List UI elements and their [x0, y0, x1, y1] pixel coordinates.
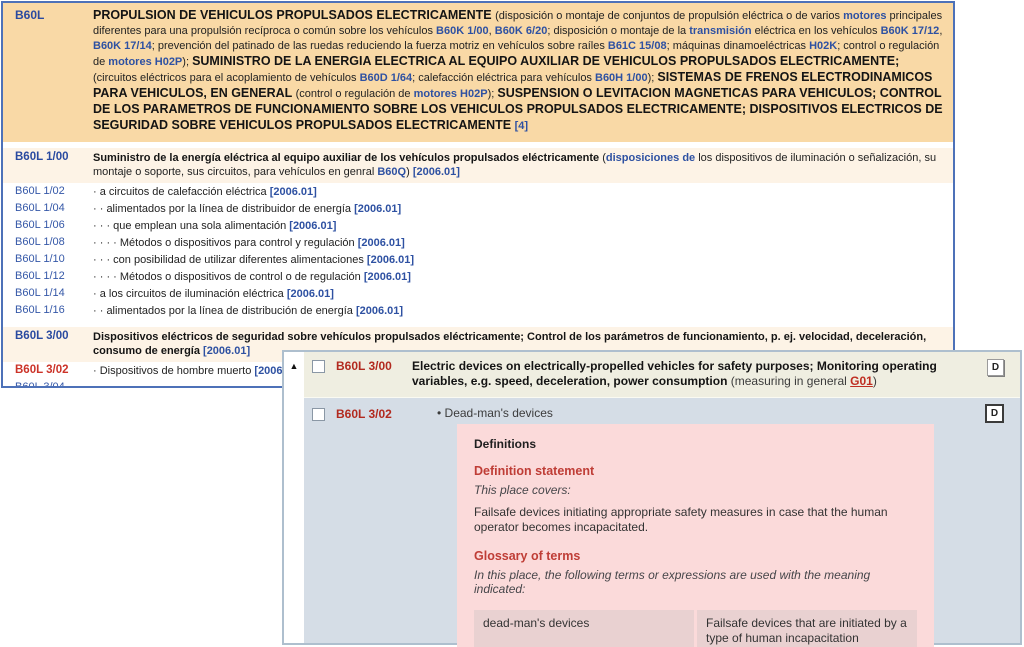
symbol-code-link[interactable]: B60L 3/00 [336, 359, 412, 373]
definitions-box: Definitions Definition statement This pl… [457, 424, 934, 647]
scheme-row-b60l-1-04: B60L 1/04 · · alimentados por la línea d… [3, 200, 953, 217]
definition-row-b60l-3-02: B60L 3/02 • Dead-man's devices D [304, 398, 1020, 427]
class-code-link[interactable]: B60L [3, 8, 93, 134]
symbol-code-link[interactable]: B60L 1/14 [3, 287, 93, 301]
ref-link[interactable]: [4] [515, 120, 528, 132]
ref-link[interactable]: [2006.01] [413, 166, 460, 178]
ref-link[interactable]: [2006.01] [367, 254, 414, 266]
ref-link[interactable]: [2006.01] [270, 186, 317, 198]
symbol-text: · · · con posibilidad de utilizar difere… [93, 253, 953, 267]
symbol-code-link[interactable]: B60L 3/02 [336, 407, 412, 421]
ref-link[interactable]: B61C 15/08 [608, 40, 667, 52]
ref-link[interactable]: B60K 17/14 [93, 40, 152, 52]
scheme-row-b60l-1-10: B60L 1/10 · · · con posibilidad de utili… [3, 251, 953, 268]
symbol-title-text: Electric devices on electrically-propell… [412, 359, 964, 389]
symbol-code-link[interactable]: B60L 1/02 [3, 185, 93, 199]
collapse-triangle-icon[interactable]: ▲ [290, 362, 299, 371]
glossary-term-cell: dead-man's devices [474, 610, 694, 647]
definition-statement-intro: This place covers: [474, 483, 917, 497]
symbol-code-link[interactable]: B60L 3/04 [3, 381, 93, 385]
ref-link[interactable]: [2006.01] [356, 305, 403, 317]
symbol-title-text: • Dead-man's devices [412, 406, 964, 421]
ref-link[interactable]: [2006.01] [289, 220, 336, 232]
class-title-text: PROPULSION DE VEHICULOS PROPULSADOS ELEC… [93, 8, 953, 134]
symbol-code-link[interactable]: B60L 1/06 [3, 219, 93, 233]
symbol-text: · a circuitos de calefacción eléctrica [… [93, 185, 953, 199]
symbol-code-link[interactable]: B60L 1/10 [3, 253, 93, 267]
symbol-text: · · alimentados por la línea de distribu… [93, 202, 953, 216]
ref-link[interactable]: disposiciones de [606, 152, 695, 164]
scheme-row-b60l-1-16: B60L 1/16 · · alimentados por la línea d… [3, 302, 953, 319]
symbol-text: · · · · Métodos o dispositivos de contro… [93, 270, 953, 284]
symbol-text: · · · · Métodos o dispositivos para cont… [93, 236, 953, 250]
ref-link[interactable]: [2006.01] [358, 237, 405, 249]
ref-link[interactable]: B60Q [377, 166, 406, 178]
ref-link[interactable]: [2006.01] [364, 271, 411, 283]
ref-link[interactable]: B60K 1/00 [436, 25, 489, 37]
symbol-code-link[interactable]: B60L 3/00 [3, 330, 93, 358]
ref-link[interactable]: [2006.01] [203, 345, 250, 357]
definition-row-b60l-3-00: B60L 3/00 Electric devices on electrical… [304, 352, 1020, 398]
scheme-row-b60l-1-08: B60L 1/08 · · · · Métodos o dispositivos… [3, 234, 953, 251]
glossary-heading: Glossary of terms [474, 549, 917, 563]
page: B60L PROPULSION DE VEHICULOS PROPULSADOS… [0, 0, 1024, 647]
ref-link[interactable]: G01 [850, 374, 873, 388]
ref-link[interactable]: transmisión [689, 25, 751, 37]
classification-scheme-panel: B60L PROPULSION DE VEHICULOS PROPULSADOS… [1, 1, 955, 388]
ref-link[interactable]: B60D 1/64 [360, 72, 413, 84]
glossary-table: dead-man's devices Failsafe devices that… [474, 610, 917, 647]
scheme-row-b60l-1-14: B60L 1/14 · a los circuitos de iluminaci… [3, 285, 953, 302]
glossary-intro: In this place, the following terms or ex… [474, 568, 917, 596]
ref-link[interactable]: H02K [809, 40, 837, 52]
symbol-text: · a los circuitos de iluminación eléctri… [93, 287, 953, 301]
scheme-row-b60l-1-12: B60L 1/12 · · · · Métodos o dispositivos… [3, 268, 953, 285]
symbol-text: Suministro de la energía eléctrica al eq… [93, 151, 953, 179]
ref-link[interactable]: motores H02P [108, 56, 182, 68]
definition-statement-body: Failsafe devices initiating appropriate … [474, 505, 914, 535]
symbol-code-link[interactable]: B60L 1/04 [3, 202, 93, 216]
spacer [3, 319, 953, 327]
symbol-code-link[interactable]: B60L 1/16 [3, 304, 93, 318]
glossary-definition-cell: Failsafe devices that are initiated by a… [697, 610, 917, 647]
symbol-code-link[interactable]: B60L 1/12 [3, 270, 93, 284]
class-header-row: B60L PROPULSION DE VEHICULOS PROPULSADOS… [3, 3, 953, 142]
select-symbol-checkbox[interactable] [312, 408, 325, 421]
symbol-code-link[interactable]: B60L 3/02 [3, 364, 93, 378]
ref-link[interactable]: [2006.01] [354, 203, 401, 215]
symbol-code-link[interactable]: B60L 1/00 [3, 151, 93, 179]
ref-link[interactable]: B60K 6/20 [495, 25, 548, 37]
definition-button[interactable]: D [987, 359, 1004, 376]
definition-statement-heading: Definition statement [474, 464, 917, 478]
scheme-row-b60l-1-00: B60L 1/00 Suministro de la energía eléct… [3, 148, 953, 183]
symbol-text: · · alimentados por la línea de distribu… [93, 304, 953, 318]
symbol-text: · · · que emplean una sola alimentación … [93, 219, 953, 233]
definitions-title: Definitions [474, 437, 917, 451]
definitions-panel: ▲ B60L 3/00 Electric devices on electric… [282, 350, 1022, 645]
definition-button-active[interactable]: D [985, 404, 1004, 423]
tree-gutter: ▲ [284, 352, 304, 643]
ref-link[interactable]: motores H02P [414, 88, 488, 100]
symbol-code-link[interactable]: B60L 1/08 [3, 236, 93, 250]
scheme-row-b60l-1-06: B60L 1/06 · · · que emplean una sola ali… [3, 217, 953, 234]
select-symbol-checkbox[interactable] [312, 360, 325, 373]
ref-link[interactable]: B60K 17/12 [881, 25, 940, 37]
scheme-row-b60l-1-02: B60L 1/02 · a circuitos de calefacción e… [3, 183, 953, 200]
ref-link[interactable]: [2006.01] [287, 288, 334, 300]
ref-link[interactable]: B60H 1/00 [595, 72, 648, 84]
ref-link[interactable]: motores [843, 10, 886, 22]
